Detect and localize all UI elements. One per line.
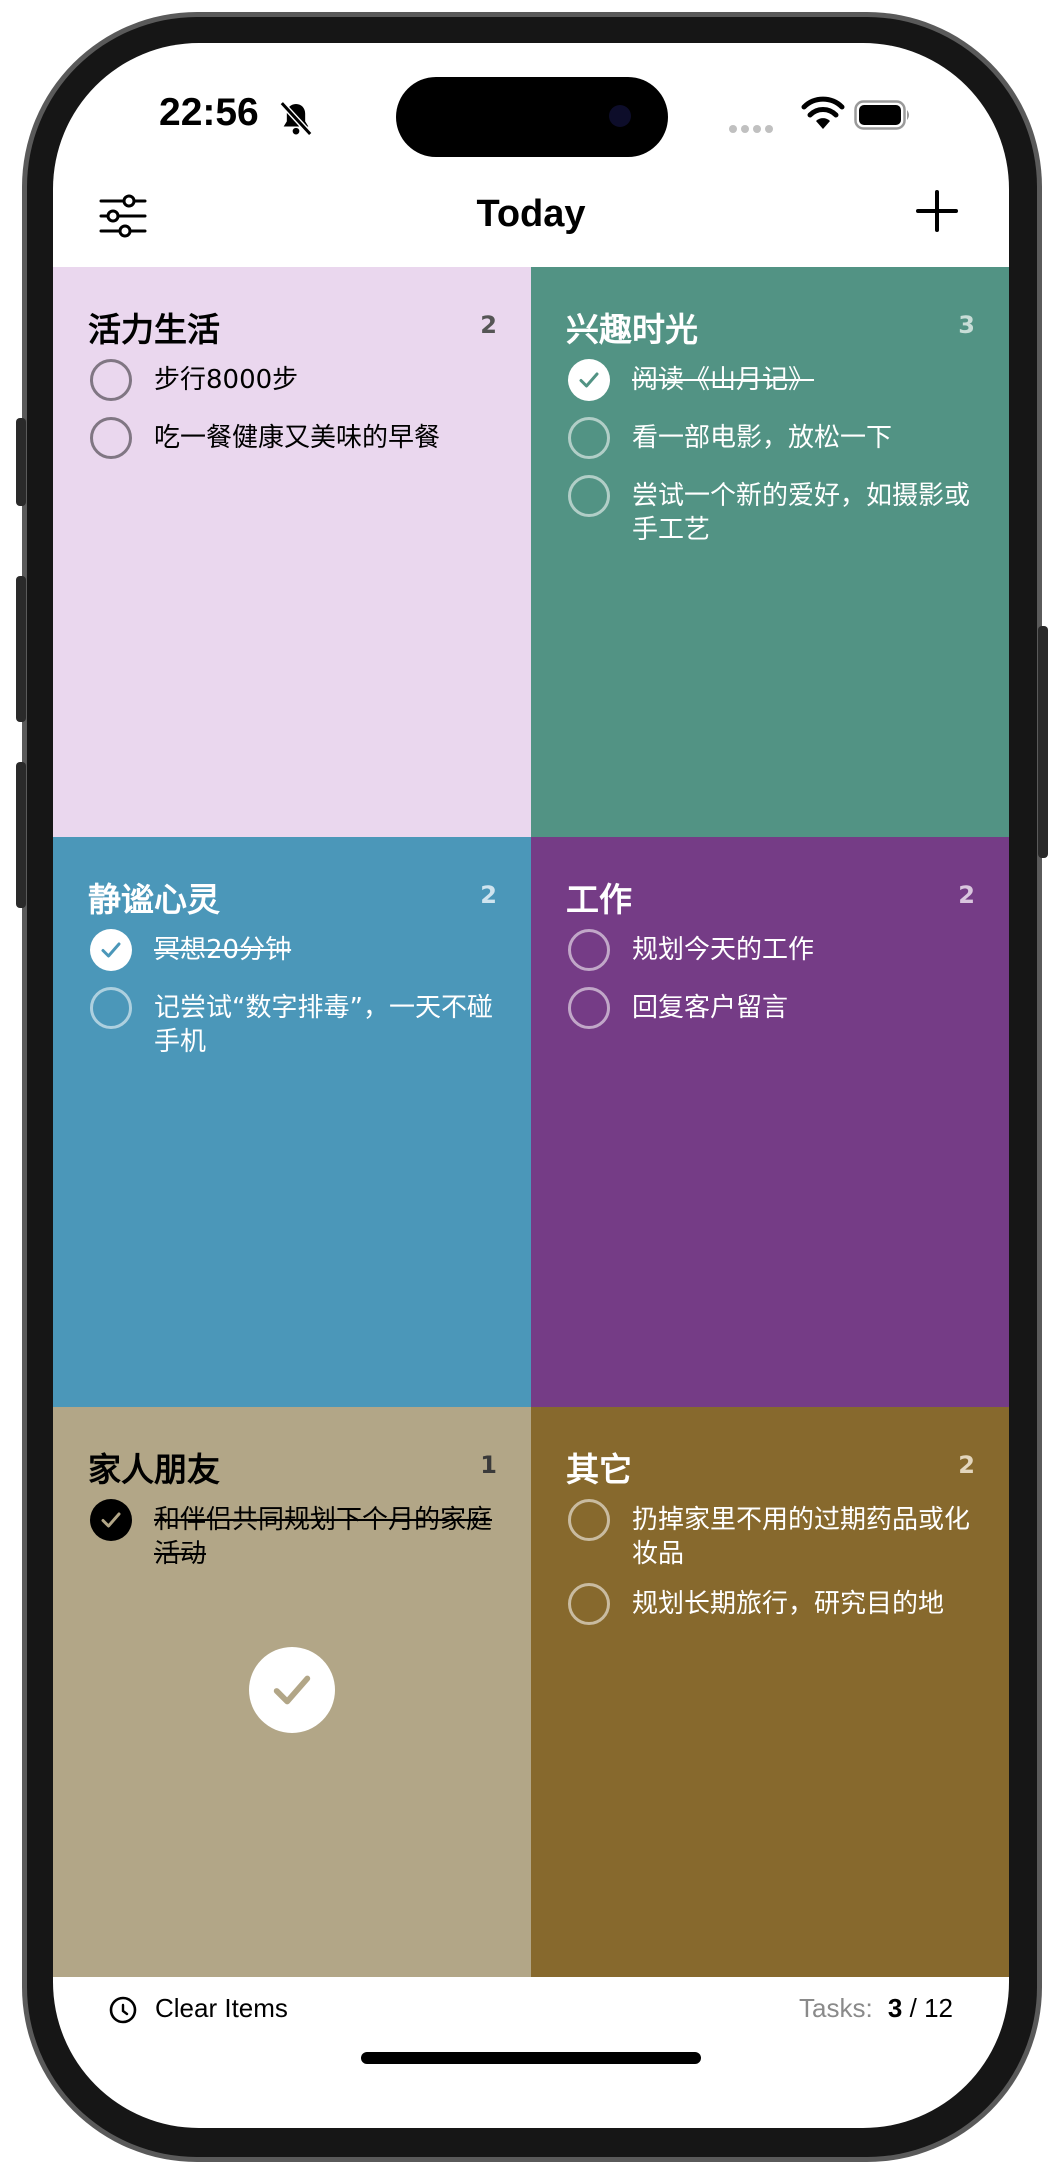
task-item[interactable]: 吃一餐健康又美味的早餐 [90,417,501,463]
power-button [1038,626,1048,858]
task-list: 阅读《山月记》看一部电影，放松一下尝试一个新的爱好，如摄影或手工艺 [568,359,979,563]
plus-icon[interactable] [915,189,959,233]
unchecked-circle-icon[interactable] [568,987,610,1029]
category-quadrant[interactable]: 家人朋友 1 和伴侣共同规划下个月的家庭活动 [53,1407,531,1977]
category-quadrant[interactable]: 工作 2 规划今天的工作 回复客户留言 [531,837,1009,1407]
footer-bar: Clear Items Tasks: 3 / 12 [53,1977,1009,2057]
done-count: 3 [887,1993,903,2023]
home-indicator [361,2052,701,2064]
unchecked-circle-icon[interactable] [568,475,610,517]
task-item[interactable]: 步行8000步 [90,359,501,405]
unchecked-circle-icon[interactable] [90,987,132,1029]
unchecked-circle-icon[interactable] [90,359,132,401]
unchecked-circle-icon[interactable] [90,417,132,459]
category-title: 静谧心灵 [88,880,220,919]
category-quadrant[interactable]: 兴趣时光 3 阅读《山月记》看一部电影，放松一下尝试一个新的爱好，如摄影或手工艺 [531,267,1009,837]
checkmark-circle-icon[interactable] [249,1647,335,1733]
unchecked-circle-icon[interactable] [568,1499,610,1541]
task-item[interactable]: 规划长期旅行，研究目的地 [568,1583,979,1629]
task-text: 阅读《山月记》 [632,365,815,395]
task-list: 和伴侣共同规划下个月的家庭活动 [90,1499,501,1587]
checked-circle-icon[interactable] [90,1499,132,1541]
clear-timer-icon[interactable] [108,1995,138,2025]
category-title: 工作 [566,880,632,919]
task-text: 规划长期旅行，研究目的地 [632,1589,945,1619]
category-quadrant[interactable]: 活力生活 2 步行8000步吃一餐健康又美味的早餐 [53,267,531,837]
app-screen: 22:56 Today 活力生活 2 步行8000步吃一餐健康又美味的早餐 兴趣时光 3… [53,43,1009,2128]
category-grid: 活力生活 2 步行8000步吃一餐健康又美味的早餐 兴趣时光 3 阅读《山月记》看一部电影… [53,267,1009,1977]
tasks-summary: Tasks: 3 / 12 [799,1993,953,2024]
unchecked-circle-icon[interactable] [568,929,610,971]
category-quadrant[interactable]: 静谧心灵 2 冥想20分钟记尝试“数字排毒”，一天不碰手机 [53,837,531,1407]
category-count: 2 [958,881,975,909]
task-list: 步行8000步吃一餐健康又美味的早餐 [90,359,501,479]
category-quadrant[interactable]: 其它 2 扔掉家里不用的过期药品或化妆品规划长期旅行，研究目的地 [531,1407,1009,1977]
category-count: 2 [480,881,497,909]
task-text: 冥想20分钟 [154,935,292,965]
task-item[interactable]: 规划今天的工作 [568,929,979,975]
task-item[interactable]: 阅读《山月记》 [568,359,979,405]
unchecked-circle-icon[interactable] [568,417,610,459]
task-list: 冥想20分钟记尝试“数字排毒”，一天不碰手机 [90,929,501,1075]
front-camera [609,105,631,127]
unchecked-circle-icon[interactable] [568,1583,610,1625]
count-separator: / [909,1993,917,2023]
category-title: 其它 [566,1450,632,1489]
task-text: 和伴侣共同规划下个月的家庭活动 [154,1505,493,1569]
action-button [16,418,26,506]
checked-circle-icon[interactable] [568,359,610,401]
tasks-label: Tasks: [798,1993,873,2023]
category-count: 1 [480,1451,497,1479]
category-count: 2 [480,311,497,339]
status-time: 22:56 [159,91,259,134]
task-item[interactable]: 回复客户留言 [568,987,979,1033]
task-text: 扔掉家里不用的过期药品或化妆品 [632,1505,971,1569]
task-item[interactable]: 冥想20分钟 [90,929,501,975]
task-text: 步行8000步 [154,365,299,395]
task-item[interactable]: 记尝试“数字排毒”，一天不碰手机 [90,987,501,1059]
category-title: 活力生活 [88,310,220,349]
battery-icon [854,100,909,130]
wifi-icon [801,96,845,129]
cellular-signal-icon [729,118,777,137]
task-item[interactable]: 看一部电影，放松一下 [568,417,979,463]
task-text: 规划今天的工作 [632,935,815,965]
task-text: 回复客户留言 [632,993,789,1023]
clear-items-button[interactable]: Clear Items [155,1993,288,2024]
category-count: 3 [958,311,975,339]
category-title: 家人朋友 [88,1450,220,1489]
volume-down-button [16,762,26,908]
task-list: 扔掉家里不用的过期药品或化妆品规划长期旅行，研究目的地 [568,1499,979,1645]
task-text: 看一部电影，放松一下 [632,423,893,453]
task-text: 记尝试“数字排毒”，一天不碰手机 [154,993,493,1057]
task-item[interactable]: 和伴侣共同规划下个月的家庭活动 [90,1499,501,1571]
page-title: Today [476,193,586,235]
bell-slash-icon [279,101,313,136]
task-item[interactable]: 尝试一个新的爱好，如摄影或手工艺 [568,475,979,547]
category-count: 2 [958,1451,975,1479]
checked-circle-icon[interactable] [90,929,132,971]
total-count: 12 [924,1993,953,2023]
category-title: 兴趣时光 [566,310,698,349]
task-text: 尝试一个新的爱好，如摄影或手工艺 [632,481,971,545]
volume-up-button [16,576,26,722]
task-list: 规划今天的工作 回复客户留言 [568,929,979,1049]
task-item[interactable]: 扔掉家里不用的过期药品或化妆品 [568,1499,979,1571]
task-text: 吃一餐健康又美味的早餐 [154,423,441,453]
